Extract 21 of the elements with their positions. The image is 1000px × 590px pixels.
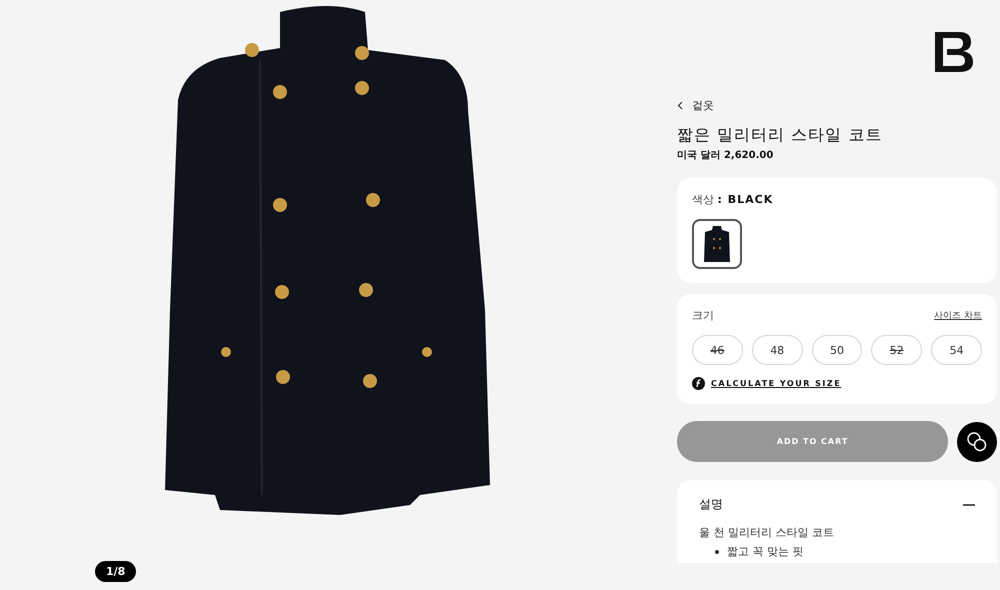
product-price: 미국 달러 2,620.00 bbox=[677, 149, 774, 162]
description-bullet: 짧고 꼭 맞는 핏 bbox=[727, 544, 804, 559]
product-title: 짧은 밀리터리 스타일 코트 bbox=[677, 125, 884, 146]
size-option[interactable]: 50 bbox=[812, 335, 862, 365]
size-option[interactable]: 46 bbox=[692, 335, 743, 365]
size-label: 크기 bbox=[692, 308, 714, 323]
bullet-icon bbox=[715, 550, 719, 554]
fit-logo-icon bbox=[692, 377, 705, 390]
description-title: 설명 bbox=[699, 496, 723, 513]
chevron-left-icon bbox=[677, 101, 683, 110]
color-swatch[interactable] bbox=[692, 219, 742, 269]
breadcrumb-link[interactable]: 겉옷 bbox=[677, 98, 997, 113]
color-label: 색상 : BLACK bbox=[692, 192, 774, 207]
size-option[interactable]: 48 bbox=[752, 335, 803, 365]
description-text: 울 천 밀리터리 스타일 코트 bbox=[699, 525, 835, 540]
size-chart-link[interactable]: 사이즈 차트 bbox=[934, 309, 982, 322]
size-option[interactable]: 54 bbox=[931, 335, 982, 365]
size-option[interactable]: 52 bbox=[871, 335, 922, 365]
image-counter: 1/8 bbox=[95, 561, 136, 582]
chat-help-button[interactable] bbox=[957, 422, 997, 462]
calculate-size-link[interactable]: CALCULATE YOUR SIZE bbox=[711, 379, 842, 388]
